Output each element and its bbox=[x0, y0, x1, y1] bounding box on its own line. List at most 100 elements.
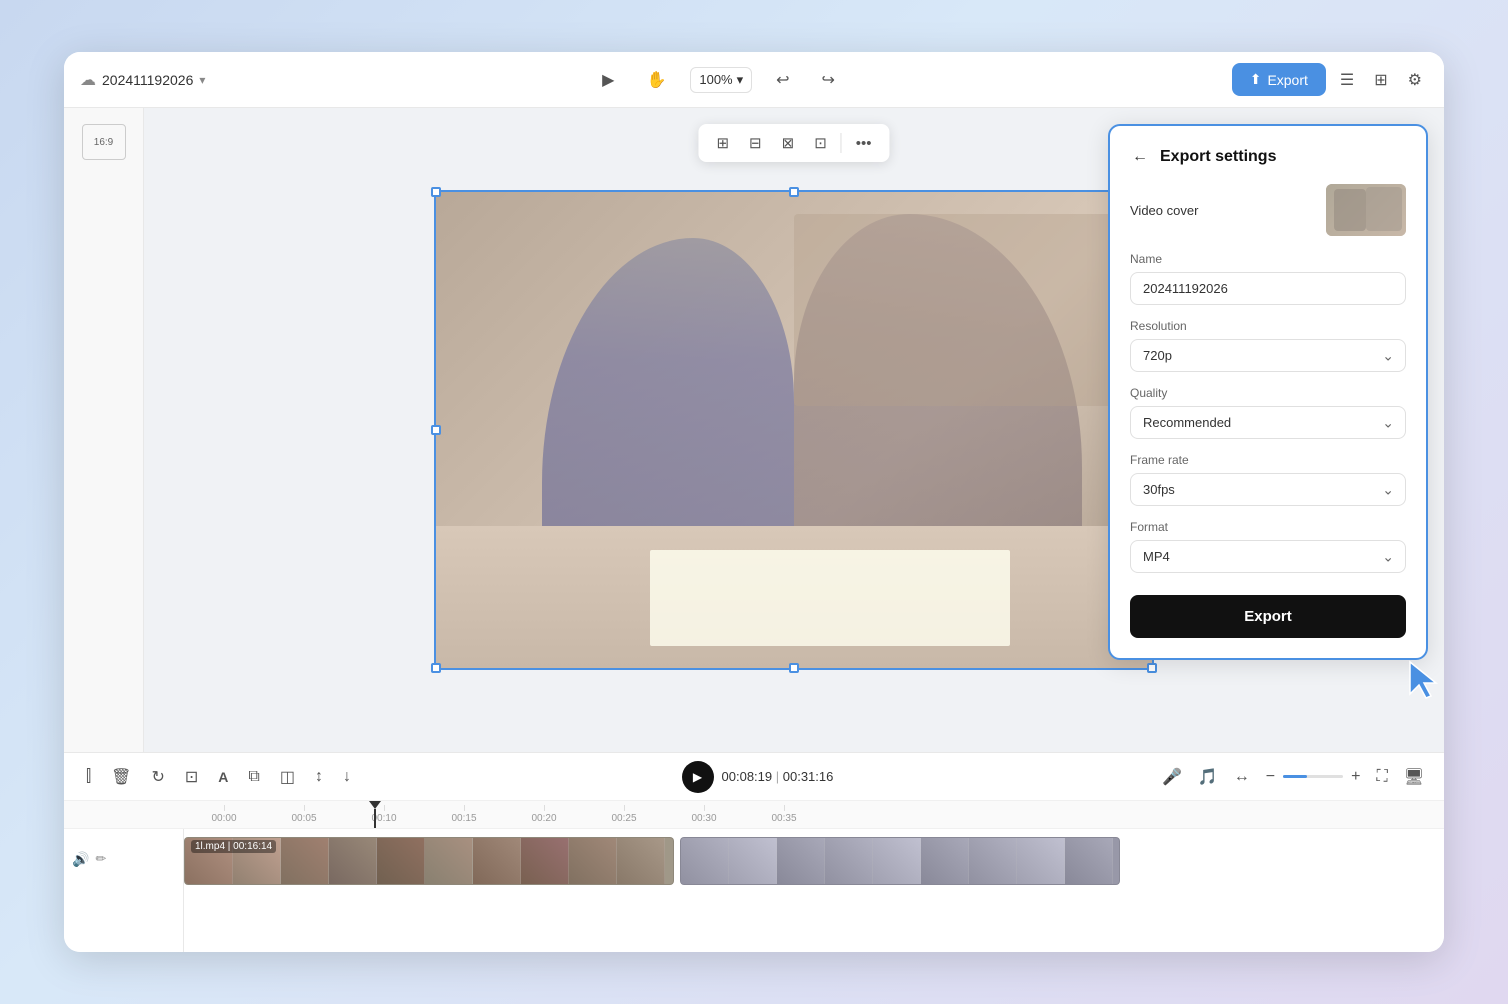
undo-button[interactable]: ↩ bbox=[768, 64, 797, 96]
zoom-chevron-icon: ▾ bbox=[737, 72, 744, 88]
export-action-button[interactable]: Export bbox=[1130, 595, 1406, 638]
total-time-value: 00:31:16 bbox=[783, 769, 834, 784]
canvas-area: ⊞ ⊟ ⊠ ⊡ ••• bbox=[144, 108, 1444, 752]
chevron-down-icon: ▾ bbox=[199, 73, 205, 87]
video-thumbnail[interactable] bbox=[1326, 184, 1406, 236]
cursor-arrow bbox=[1406, 658, 1444, 703]
audio-button[interactable]: 🎵 bbox=[1194, 763, 1222, 791]
project-name: 202411192026 bbox=[102, 72, 193, 88]
timeline-center: ▶ 00:08:19 | 00:31:16 bbox=[365, 761, 1150, 793]
track-controls: 🔊 ✏ bbox=[64, 829, 184, 952]
crop-tool-button[interactable]: ⊞ bbox=[710, 130, 735, 156]
crop-timeline-button[interactable]: ⊡ bbox=[179, 761, 204, 793]
more-timeline-tools-button[interactable]: ↓ bbox=[337, 762, 357, 792]
frame-rate-select-wrapper: 24fps 25fps 30fps 60fps bbox=[1130, 473, 1406, 506]
clip-frame bbox=[729, 838, 777, 885]
timeline-right: 🎤 🎵 ↔ − + ⛶ 🖥 bbox=[1158, 763, 1428, 791]
trim-button[interactable]: ↕ bbox=[309, 762, 329, 792]
ruler-mark-7: 00:35 bbox=[744, 805, 824, 824]
bottom-section: ⫿ 🗑 ↻ ⊡ A ⧉ ◫ ↕ ↓ ▶ 00:08:19 | 00:31:16 … bbox=[64, 752, 1444, 952]
transform-tool-button[interactable]: ⊠ bbox=[776, 130, 801, 156]
aspect-tool-button[interactable]: ⊡ bbox=[808, 130, 833, 156]
timeline-tracks: 🔊 ✏ 1l.mp4 | 00:16:14 bbox=[64, 829, 1444, 952]
clip-frame bbox=[617, 838, 665, 885]
clip-frame bbox=[377, 838, 425, 885]
name-input[interactable] bbox=[1130, 272, 1406, 305]
split-tool-button[interactable]: ⫿ bbox=[80, 762, 97, 792]
clip-frame bbox=[921, 838, 969, 885]
zoom-control[interactable]: 100% ▾ bbox=[690, 67, 752, 93]
thumbnail-image bbox=[1326, 184, 1406, 236]
clip-frame bbox=[1065, 838, 1113, 885]
clip-frame bbox=[873, 838, 921, 885]
ruler-mark-1: 00:05 bbox=[264, 805, 344, 824]
keyframe-button[interactable]: ◫ bbox=[274, 761, 301, 793]
zoom-out-button[interactable]: − bbox=[1262, 764, 1279, 790]
layers-button[interactable]: ⧉ bbox=[242, 762, 265, 792]
current-time-value: 00:08:19 bbox=[722, 769, 773, 784]
export-button[interactable]: ⬆ Export bbox=[1232, 63, 1326, 96]
ruler-mark-4: 00:20 bbox=[504, 805, 584, 824]
frame-rate-select[interactable]: 24fps 25fps 30fps 60fps bbox=[1130, 473, 1406, 506]
play-icon: ▶ bbox=[693, 770, 702, 784]
playhead bbox=[374, 801, 376, 828]
clip-frame bbox=[777, 838, 825, 885]
export-icon: ⬆ bbox=[1250, 71, 1262, 88]
resolution-label: Resolution bbox=[1130, 319, 1406, 333]
quality-select[interactable]: Recommended High Medium Low bbox=[1130, 406, 1406, 439]
format-field: Format MP4 MOV AVI GIF bbox=[1130, 520, 1406, 573]
canvas-top-toolbar: ⊞ ⊟ ⊠ ⊡ ••• bbox=[698, 124, 889, 162]
video-canvas bbox=[434, 190, 1154, 670]
timeline-ruler: 00:00 00:05 00:10 00:15 00:20 bbox=[64, 801, 1444, 829]
ratio-label: 16:9 bbox=[94, 137, 113, 148]
zoom-track[interactable] bbox=[1283, 775, 1343, 778]
quality-field: Quality Recommended High Medium Low bbox=[1130, 386, 1406, 439]
clip-frames-2 bbox=[681, 838, 1113, 884]
settings-button[interactable]: ⚙ bbox=[1402, 64, 1428, 96]
timeline-toolbar: ⫿ 🗑 ↻ ⊡ A ⧉ ◫ ↕ ↓ ▶ 00:08:19 | 00:31:16 … bbox=[64, 753, 1444, 801]
video-clip-2[interactable] bbox=[680, 837, 1120, 885]
layout-toggle-button[interactable]: ☰ bbox=[1334, 64, 1360, 96]
resize-tool-button[interactable]: ⊟ bbox=[743, 130, 768, 156]
resolution-field: Resolution 720p 1080p 4K bbox=[1130, 319, 1406, 372]
zoom-in-button[interactable]: + bbox=[1347, 764, 1364, 790]
clip-frame bbox=[425, 838, 473, 885]
format-label: Format bbox=[1130, 520, 1406, 534]
format-select-wrapper: MP4 MOV AVI GIF bbox=[1130, 540, 1406, 573]
fullscreen-button[interactable]: ⛶ bbox=[1372, 764, 1391, 790]
hand-tool-button[interactable]: ✋ bbox=[638, 64, 674, 96]
aspect-ratio-badge[interactable]: 16:9 bbox=[82, 124, 126, 160]
playhead-line bbox=[374, 809, 376, 828]
volume-icon[interactable]: 🔊 bbox=[72, 851, 89, 868]
top-toolbar: ☁ 202411192026 ▾ ▶ ✋ 100% ▾ ↩ ↪ ⬆ Export… bbox=[64, 52, 1444, 108]
delete-tool-button[interactable]: 🗑 bbox=[105, 761, 137, 793]
toolbar-divider bbox=[841, 133, 842, 153]
project-name-area[interactable]: ☁ 202411192026 ▾ bbox=[80, 70, 205, 90]
text-tool-button[interactable]: A bbox=[212, 763, 234, 791]
display-toggle-button[interactable]: 🖥 bbox=[1400, 763, 1428, 791]
mic-button[interactable]: 🎤 bbox=[1158, 763, 1186, 791]
play-button[interactable]: ▶ bbox=[682, 761, 714, 793]
ruler-mark-3: 00:15 bbox=[424, 805, 504, 824]
quality-select-wrapper: Recommended High Medium Low bbox=[1130, 406, 1406, 439]
transition-button[interactable]: ↔ bbox=[1230, 764, 1254, 790]
clip-frame bbox=[521, 838, 569, 885]
ruler-marks: 00:00 00:05 00:10 00:15 00:20 bbox=[184, 805, 1324, 824]
export-settings-panel: ← Export settings Video cover bbox=[1108, 124, 1428, 660]
resolution-select[interactable]: 720p 1080p 4K bbox=[1130, 339, 1406, 372]
video-clip-1[interactable]: 1l.mp4 | 00:16:14 bbox=[184, 837, 674, 885]
pencil-icon[interactable]: ✏ bbox=[95, 851, 106, 867]
format-select[interactable]: MP4 MOV AVI GIF bbox=[1130, 540, 1406, 573]
main-content: 16:9 ⊞ ⊟ ⊠ ⊡ ••• bbox=[64, 108, 1444, 752]
loop-tool-button[interactable]: ↻ bbox=[145, 761, 170, 793]
left-panel: 16:9 bbox=[64, 108, 144, 752]
panel-header: ← Export settings bbox=[1130, 146, 1406, 168]
redo-button[interactable]: ↪ bbox=[814, 64, 843, 96]
quality-label: Quality bbox=[1130, 386, 1406, 400]
audio-track-control: 🔊 ✏ bbox=[72, 833, 175, 885]
back-button[interactable]: ← bbox=[1130, 146, 1150, 168]
export-label: Export bbox=[1267, 72, 1307, 88]
more-tools-button[interactable]: ••• bbox=[850, 131, 878, 156]
panel-toggle-button[interactable]: ⊞ bbox=[1368, 64, 1393, 96]
play-mode-button[interactable]: ▶ bbox=[594, 64, 622, 96]
